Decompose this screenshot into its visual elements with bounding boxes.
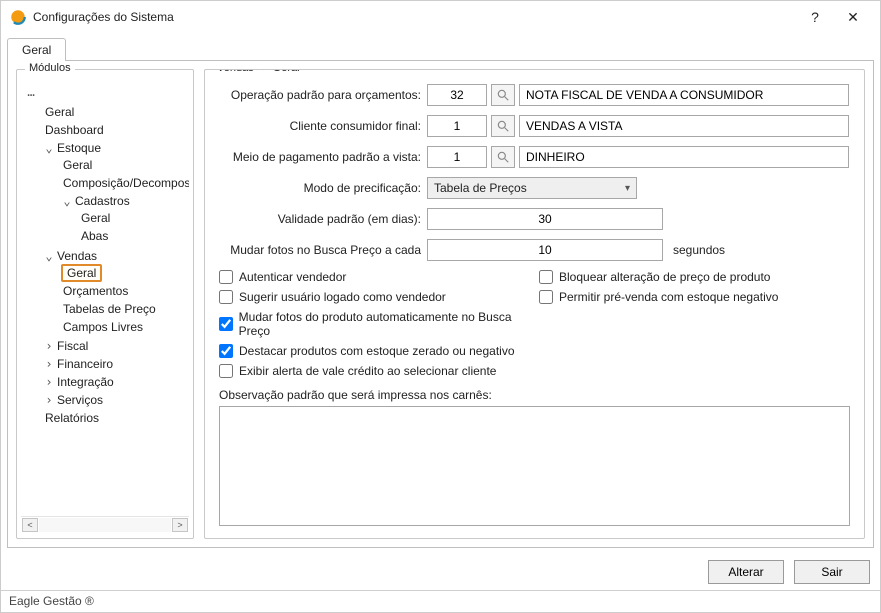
titlebar: Configurações do Sistema ? ✕ bbox=[1, 1, 880, 33]
chk-alerta-vale[interactable]: Exibir alerta de vale crédito ao selecio… bbox=[219, 364, 539, 378]
expander-servicos[interactable]: › bbox=[43, 392, 55, 408]
status-text: Eagle Gestão ® bbox=[9, 594, 94, 608]
cliente-desc-input[interactable] bbox=[519, 115, 849, 137]
tree-financeiro[interactable]: Financeiro bbox=[55, 357, 115, 371]
close-button[interactable]: ✕ bbox=[834, 9, 872, 26]
tree-cad-geral[interactable]: Geral bbox=[79, 211, 112, 225]
tree-estoque-cadastros[interactable]: Cadastros bbox=[73, 194, 132, 208]
main-panel: Módulos ⋯ Geral Dashboard ⌄Estoque Geral… bbox=[7, 60, 874, 548]
tree-vendas[interactable]: Vendas bbox=[55, 249, 99, 263]
expander-cadastros[interactable]: ⌄ bbox=[61, 193, 73, 209]
search-icon bbox=[496, 150, 510, 164]
label-meio: Meio de pagamento padrão a vista: bbox=[219, 150, 427, 164]
label-observacao: Observação padrão que será impressa nos … bbox=[219, 388, 850, 402]
label-operacao: Operação padrão para orçamentos: bbox=[219, 88, 427, 102]
tree-dashboard[interactable]: Dashboard bbox=[43, 123, 106, 137]
search-icon bbox=[496, 119, 510, 133]
mudar-fotos-input[interactable] bbox=[427, 239, 663, 261]
modo-combo[interactable]: Tabela de Preços ▾ bbox=[427, 177, 637, 199]
alterar-button[interactable]: Alterar bbox=[708, 560, 784, 584]
tree-integracao[interactable]: Integração bbox=[55, 375, 116, 389]
tree-vendas-orcamentos[interactable]: Orçamentos bbox=[61, 284, 130, 298]
search-icon bbox=[496, 88, 510, 102]
config-window: Configurações do Sistema ? ✕ Geral Módul… bbox=[0, 0, 881, 613]
label-validade: Validade padrão (em dias): bbox=[219, 212, 427, 226]
observacao-textarea[interactable] bbox=[219, 406, 850, 526]
tree-geral[interactable]: Geral bbox=[43, 105, 76, 119]
chk-sugerir[interactable]: Sugerir usuário logado como vendedor bbox=[219, 290, 539, 304]
tree-estoque-geral[interactable]: Geral bbox=[61, 158, 94, 172]
tree-dots: ⋯ bbox=[25, 87, 37, 103]
app-icon bbox=[9, 8, 27, 26]
cliente-lookup-button[interactable] bbox=[491, 115, 515, 137]
chk-destacar[interactable]: Destacar produtos com estoque zerado ou … bbox=[219, 344, 539, 358]
tree-estoque-composicao[interactable]: Composição/Decompos bbox=[61, 176, 189, 190]
operacao-lookup-button[interactable] bbox=[491, 84, 515, 106]
modules-tree[interactable]: ⋯ Geral Dashboard ⌄Estoque Geral Composi… bbox=[21, 82, 189, 516]
meio-lookup-button[interactable] bbox=[491, 146, 515, 168]
statusbar: Eagle Gestão ® bbox=[1, 590, 880, 612]
expander-fiscal[interactable]: › bbox=[43, 338, 55, 354]
tabstrip: Geral bbox=[7, 37, 874, 60]
expander-estoque[interactable]: ⌄ bbox=[43, 140, 55, 156]
tab-geral[interactable]: Geral bbox=[7, 38, 66, 61]
tree-fiscal[interactable]: Fiscal bbox=[55, 339, 90, 353]
cliente-code-input[interactable] bbox=[427, 115, 487, 137]
tree-vendas-geral[interactable]: Geral bbox=[61, 264, 102, 282]
label-modo: Modo de precificação: bbox=[219, 181, 427, 195]
chk-mudar-fotos-auto[interactable]: Mudar fotos do produto automaticamente n… bbox=[219, 310, 539, 338]
tree-vendas-tabelas[interactable]: Tabelas de Preço bbox=[61, 302, 158, 316]
label-cliente: Cliente consumidor final: bbox=[219, 119, 427, 133]
modo-value: Tabela de Preços bbox=[434, 181, 527, 195]
chk-bloquear-preco[interactable]: Bloquear alteração de preço de produto bbox=[539, 270, 778, 284]
suffix-segundos: segundos bbox=[673, 243, 725, 257]
tree-scrollbar[interactable]: < > bbox=[21, 516, 189, 532]
details-legend: Vendas >> Geral bbox=[213, 69, 304, 74]
modules-legend: Módulos bbox=[25, 62, 75, 74]
validade-input[interactable] bbox=[427, 208, 663, 230]
tree-relatorios[interactable]: Relatórios bbox=[43, 411, 101, 425]
label-mudar-fotos: Mudar fotos no Busca Preço a cada bbox=[219, 243, 427, 257]
expander-integracao[interactable]: › bbox=[43, 374, 55, 390]
details-panel: Vendas >> Geral Operação padrão para orç… bbox=[204, 69, 865, 539]
tree-estoque[interactable]: Estoque bbox=[55, 141, 103, 155]
modules-panel: Módulos ⋯ Geral Dashboard ⌄Estoque Geral… bbox=[16, 69, 194, 539]
chk-prevenda-neg[interactable]: Permitir pré-venda com estoque negativo bbox=[539, 290, 778, 304]
scroll-left-icon[interactable]: < bbox=[22, 518, 38, 532]
chk-autenticar[interactable]: Autenticar vendedor bbox=[219, 270, 539, 284]
scroll-right-icon[interactable]: > bbox=[172, 518, 188, 532]
operacao-desc-input[interactable] bbox=[519, 84, 849, 106]
help-button[interactable]: ? bbox=[796, 9, 834, 25]
chevron-down-icon: ▾ bbox=[625, 183, 630, 194]
tree-cad-abas[interactable]: Abas bbox=[79, 229, 110, 243]
window-title: Configurações do Sistema bbox=[33, 10, 796, 24]
tree-servicos[interactable]: Serviços bbox=[55, 393, 105, 407]
meio-code-input[interactable] bbox=[427, 146, 487, 168]
tree-vendas-campos[interactable]: Campos Livres bbox=[61, 320, 145, 334]
button-bar: Alterar Sair bbox=[1, 554, 880, 590]
meio-desc-input[interactable] bbox=[519, 146, 849, 168]
scroll-track[interactable] bbox=[39, 518, 171, 532]
expander-financeiro[interactable]: › bbox=[43, 356, 55, 372]
operacao-code-input[interactable] bbox=[427, 84, 487, 106]
sair-button[interactable]: Sair bbox=[794, 560, 870, 584]
expander-vendas[interactable]: ⌄ bbox=[43, 248, 55, 264]
